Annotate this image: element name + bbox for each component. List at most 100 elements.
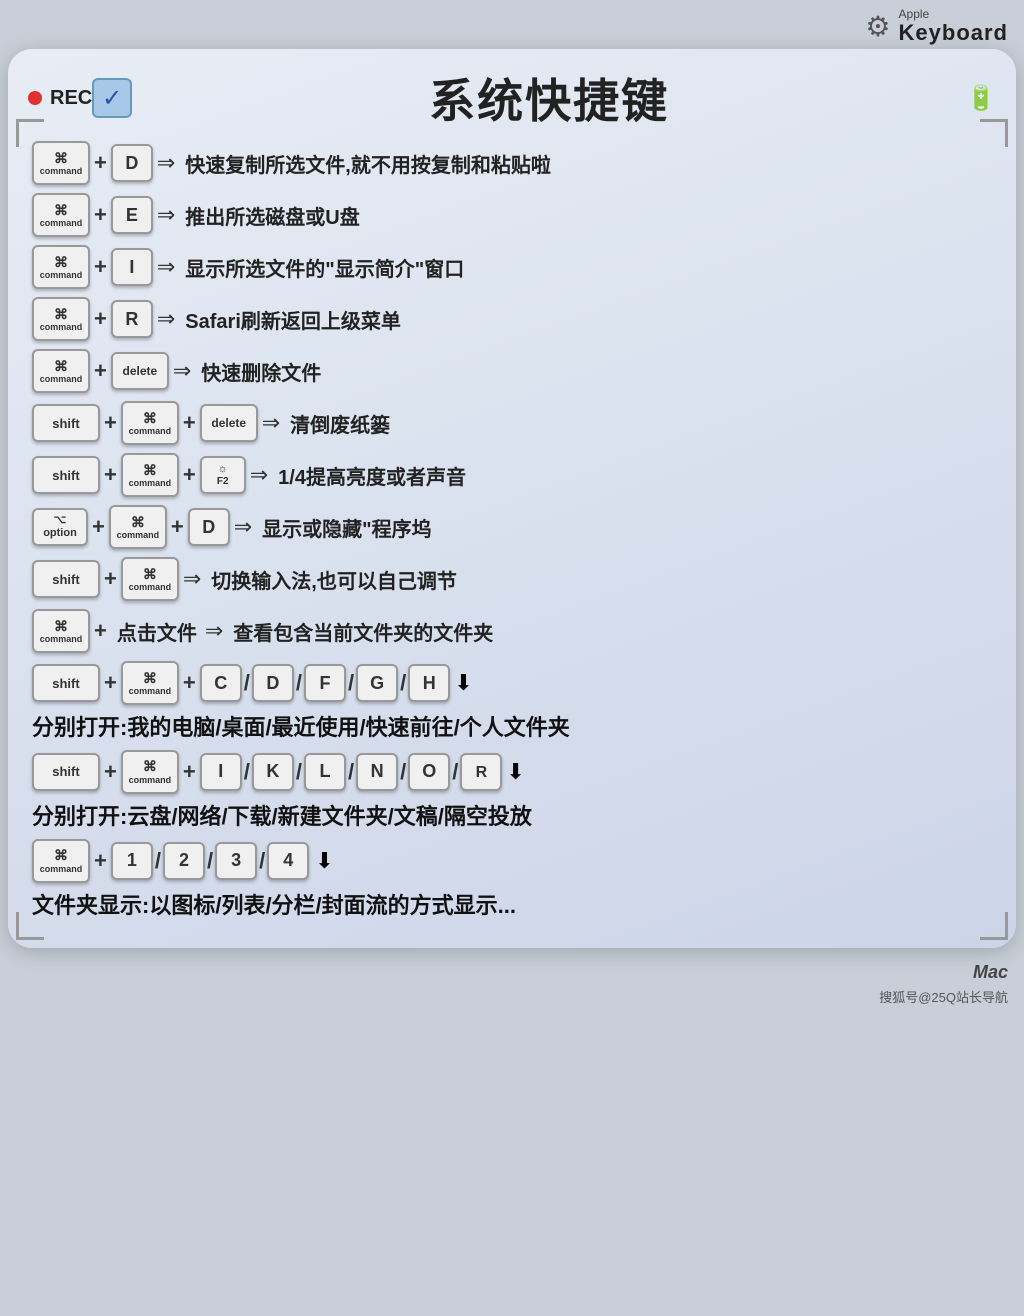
key-r: R [111, 300, 153, 338]
key-command-2: ⌘ command [32, 193, 90, 237]
key-shift-5: shift [32, 753, 100, 791]
shortcut-row-option-cmd-d: ⌥ option + ⌘ command + D ⇒ 显示或隐藏"程序坞 [32, 505, 992, 549]
header-row: REC ✓ 系统快捷键 🔋 [28, 65, 996, 131]
arrow-2: ⇒ [157, 202, 175, 228]
down-arrow-3: ⬇ [315, 848, 333, 874]
desc-cmd-click: 查看包含当前文件夹的文件夹 [233, 617, 992, 646]
mac-label: Mac [973, 962, 1008, 983]
key-o: O [408, 753, 450, 791]
plus-6b: + [183, 410, 196, 436]
key-command-9: ⌘ command [121, 557, 179, 601]
plus-8: + [92, 514, 105, 540]
shortcut-row-shift-cmd-windows: shift + ⌘ command + I / K / L / N / O / … [32, 750, 992, 794]
desc-cmd-1234: 文件夹显示:以图标/列表/分栏/封面流的方式显示... [32, 891, 992, 922]
key-e: E [111, 196, 153, 234]
arrow-3: ⇒ [157, 254, 175, 280]
plus-5: + [94, 358, 107, 384]
arrow-5: ⇒ [173, 358, 191, 384]
plus-6: + [104, 410, 117, 436]
desc-folders: 分别打开:我的电脑/桌面/最近使用/快速前往/个人文件夹 [32, 713, 992, 744]
desc-cmd-delete: 快速删除文件 [201, 357, 992, 386]
check-box[interactable]: ✓ [92, 78, 132, 118]
plus-1: + [94, 150, 107, 176]
corner-bl [16, 912, 44, 940]
corner-tr [980, 119, 1008, 147]
key-shift-3: shift [32, 560, 100, 598]
shortcut-row-shift-cmd-f2: shift + ⌘ command + ☼ F2 ⇒ 1/4提高亮度或者声音 [32, 453, 992, 497]
rec-text: REC [50, 87, 92, 110]
key-k: K [252, 753, 294, 791]
key-option: ⌥ option [32, 508, 88, 546]
apple-keyboard-text: Apple Keyboard [899, 8, 1008, 45]
key-r-2: R [460, 753, 502, 791]
page-title: 系统快捷键 [132, 65, 966, 131]
top-bar: ⚙ Apple Keyboard [0, 0, 1024, 49]
key-h: H [408, 664, 450, 702]
content-area: ⌘ command + D ⇒ 快速复制所选文件,就不用按复制和粘贴啦 ⌘ co… [28, 141, 996, 921]
key-n: N [356, 753, 398, 791]
key-2: 2 [163, 842, 205, 880]
key-command-13: ⌘ command [32, 839, 90, 883]
plus-12: + [104, 759, 117, 785]
battery-icon: 🔋 [966, 84, 996, 113]
key-delete-2: delete [200, 404, 258, 442]
desc-cmd-i: 显示所选文件的"显示简介"窗口 [185, 253, 992, 282]
slash-6: / [296, 759, 302, 785]
down-arrow-2: ⬇ [506, 759, 524, 785]
shortcut-row-shift-cmd-delete: shift + ⌘ command + delete ⇒ 清倒废纸篓 [32, 401, 992, 445]
bottom-bar: Mac 搜狐号@25Q站长导航 [0, 956, 1024, 1012]
key-command-6: ⌘ command [121, 401, 179, 445]
key-i-2: I [200, 753, 242, 791]
key-d: D [111, 144, 153, 182]
plus-11b: + [183, 670, 196, 696]
arrow-7: ⇒ [250, 462, 268, 488]
rec-area: REC [28, 87, 92, 110]
key-command-12: ⌘ command [121, 750, 179, 794]
desc-cmd-d: 快速复制所选文件,就不用按复制和粘贴啦 [185, 149, 992, 178]
slash-10: / [155, 848, 161, 874]
plus-12b: + [183, 759, 196, 785]
plus-8b: + [171, 514, 184, 540]
shortcut-row-cmd-1234: ⌘ command + 1 / 2 / 3 / 4 ⬇ [32, 839, 992, 883]
desc-windows: 分别打开:云盘/网络/下载/新建文件夹/文稿/隔空投放 [32, 802, 992, 833]
check-symbol: ✓ [102, 84, 122, 113]
key-f2: ☼ F2 [200, 456, 246, 494]
shortcut-row-shift-cmd-folders: shift + ⌘ command + C / D / F / G / H ⬇ [32, 661, 992, 705]
key-d-3: D [252, 664, 294, 702]
corner-tl [16, 119, 44, 147]
slash-5: / [244, 759, 250, 785]
shortcut-row-cmd-e: ⌘ command + E ⇒ 推出所选磁盘或U盘 [32, 193, 992, 237]
plus-7b: + [183, 462, 196, 488]
watermark: 搜狐号@25Q站长导航 [879, 987, 1008, 1006]
slash-8: / [400, 759, 406, 785]
arrow-8: ⇒ [234, 514, 252, 540]
slash-4: / [400, 670, 406, 696]
shortcut-row-cmd-click: ⌘ command + 点击文件 ⇒ 查看包含当前文件夹的文件夹 [32, 609, 992, 653]
key-4: 4 [267, 842, 309, 880]
down-arrow-1: ⬇ [454, 670, 472, 696]
apple-keyboard-logo: ⚙ Apple Keyboard [865, 8, 1008, 45]
slash-9: / [452, 759, 458, 785]
desc-cmd-r: Safari刷新返回上级菜单 [185, 305, 992, 334]
shortcut-row-cmd-i: ⌘ command + I ⇒ 显示所选文件的"显示简介"窗口 [32, 245, 992, 289]
plus-10: + [94, 618, 107, 644]
desc-shift-cmd-input: 切换输入法,也可以自己调节 [211, 565, 992, 594]
key-3: 3 [215, 842, 257, 880]
slash-2: / [296, 670, 302, 696]
key-g: G [356, 664, 398, 702]
key-command-5: ⌘ command [32, 349, 90, 393]
key-delete: delete [111, 352, 169, 390]
key-d-2: D [188, 508, 230, 546]
desc-cmd-e: 推出所选磁盘或U盘 [185, 201, 992, 230]
arrow-6: ⇒ [262, 410, 280, 436]
shortcut-row-shift-cmd-input: shift + ⌘ command ⇒ 切换输入法,也可以自己调节 [32, 557, 992, 601]
plus-11: + [104, 670, 117, 696]
key-command-7: ⌘ command [121, 453, 179, 497]
key-c: C [200, 664, 242, 702]
slash-7: / [348, 759, 354, 785]
shortcut-row-cmd-r: ⌘ command + R ⇒ Safari刷新返回上级菜单 [32, 297, 992, 341]
plus-9: + [104, 566, 117, 592]
key-command: ⌘ command [32, 141, 90, 185]
key-1: 1 [111, 842, 153, 880]
key-command-8: ⌘ command [109, 505, 167, 549]
